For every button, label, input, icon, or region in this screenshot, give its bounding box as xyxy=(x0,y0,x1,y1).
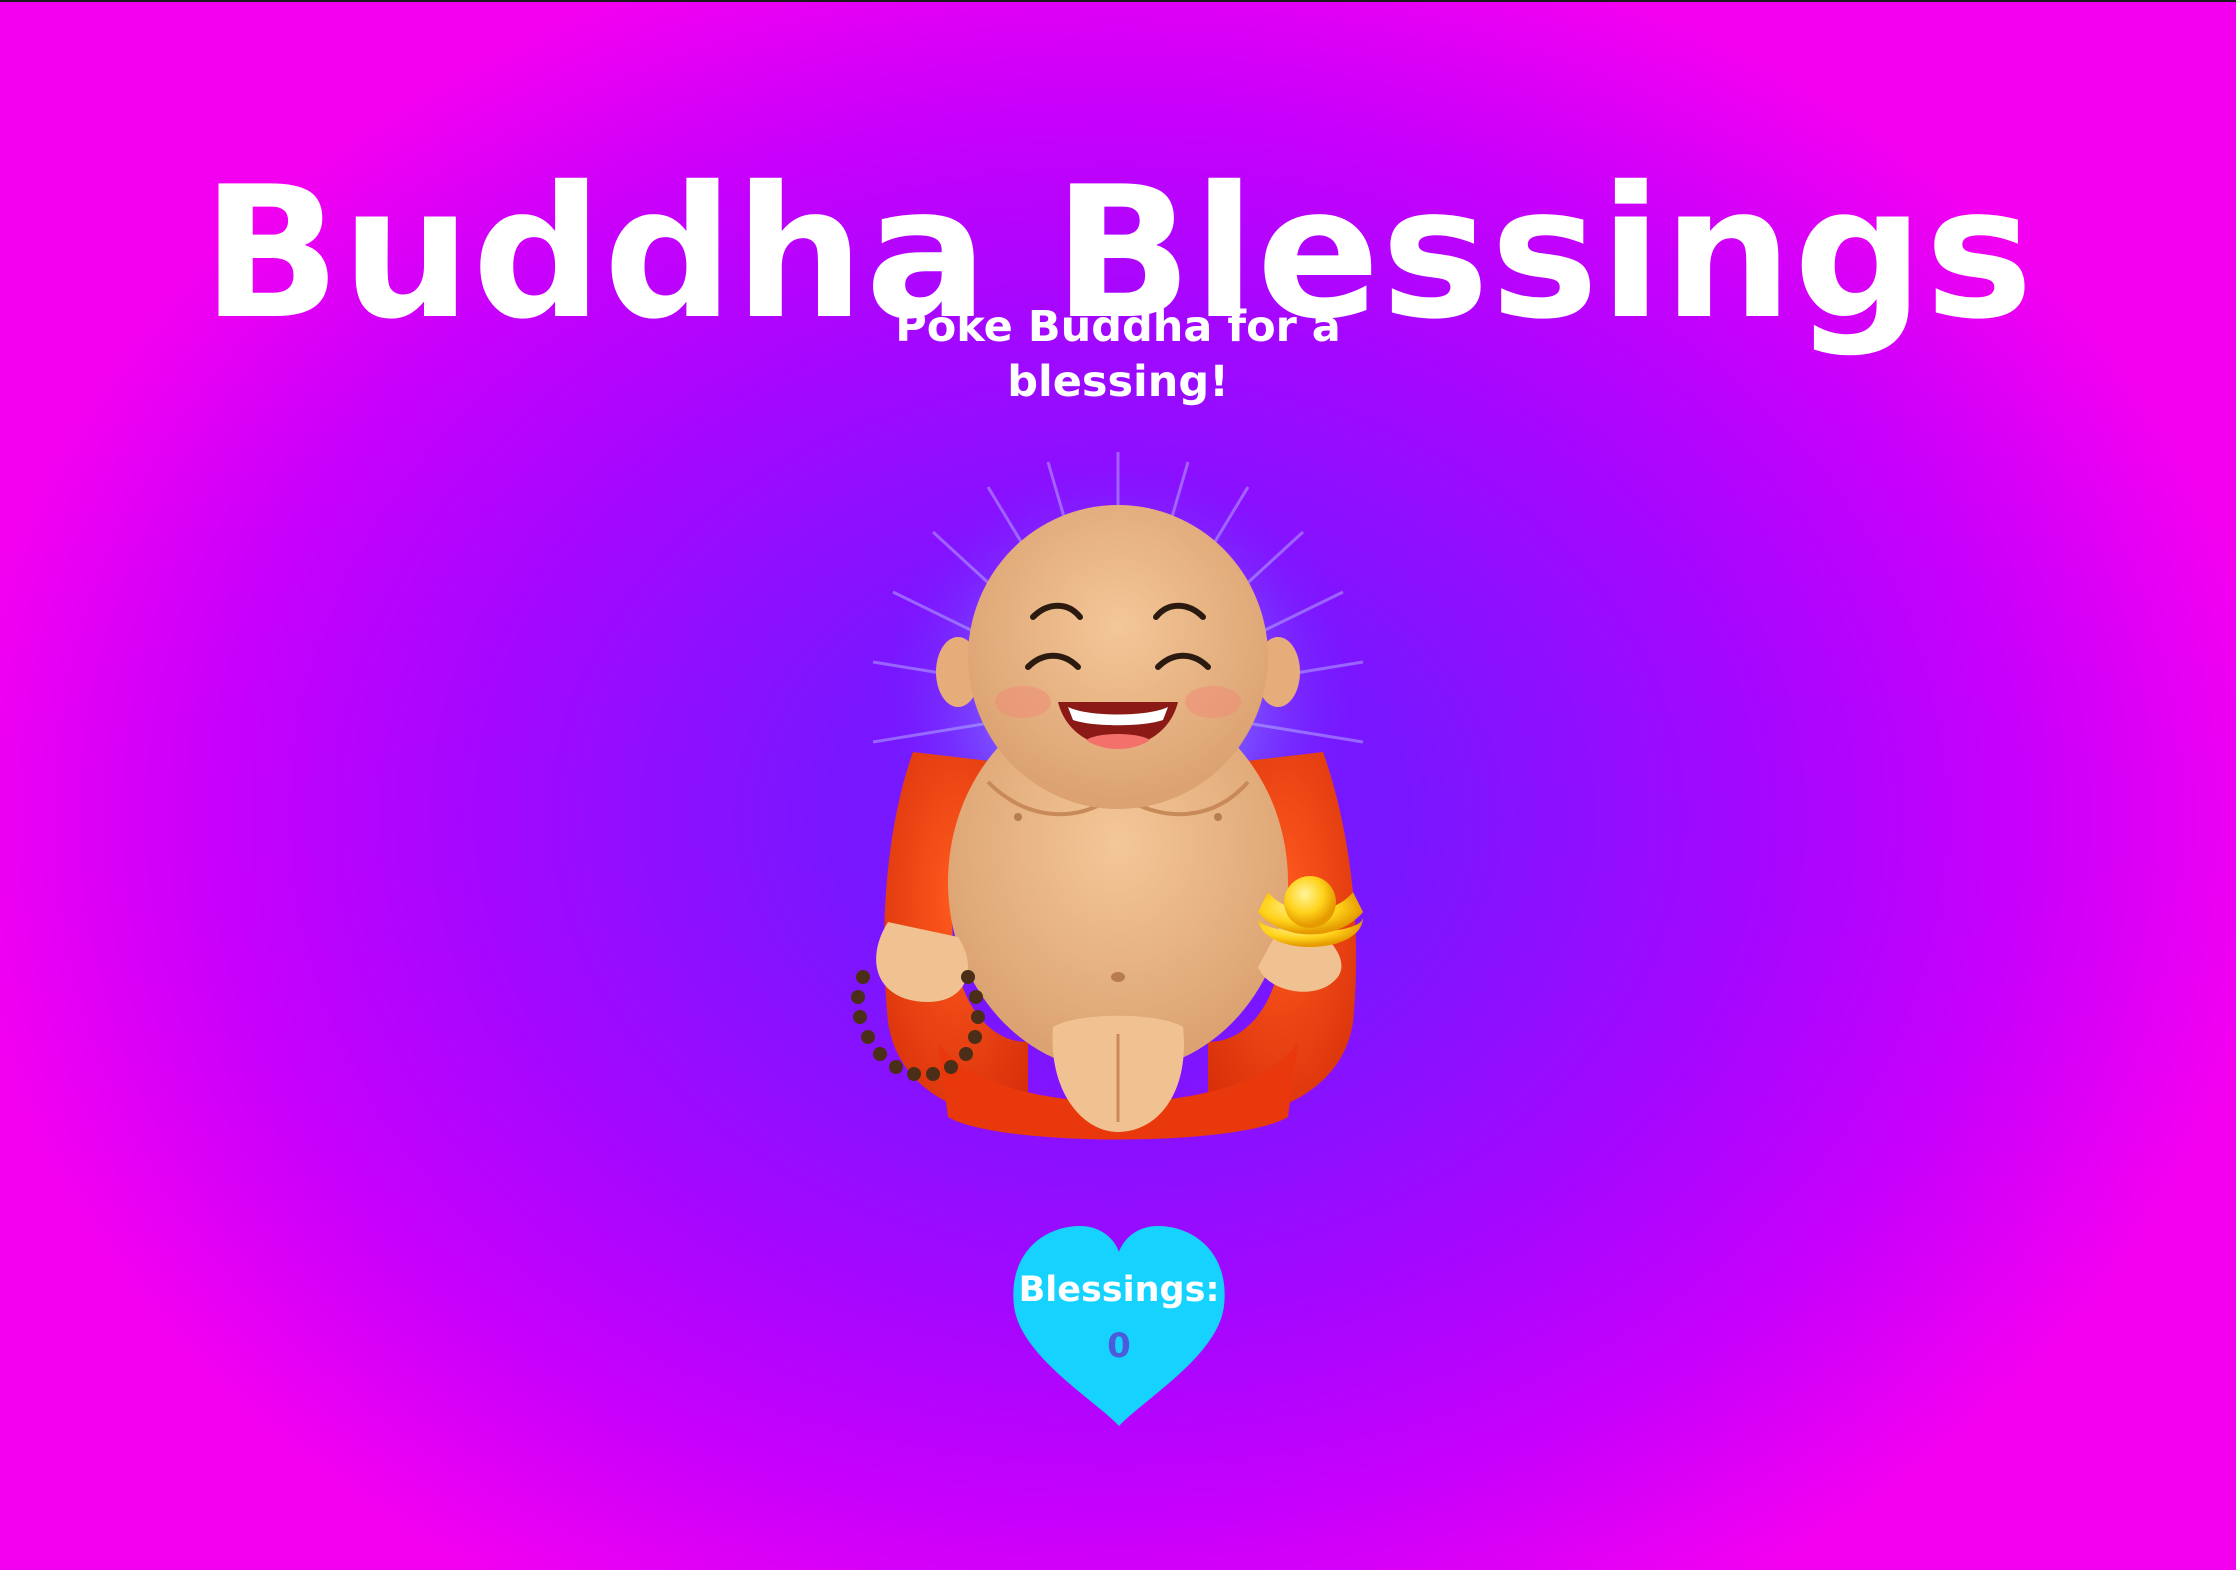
blessings-count: 0 xyxy=(1107,1326,1131,1366)
laughing-buddha-icon[interactable] xyxy=(818,402,1418,1162)
blessings-counter: Blessings: 0 xyxy=(1010,1224,1228,1428)
buddha-button[interactable] xyxy=(818,402,1418,1162)
poke-instruction: Poke Buddha for a blessing! xyxy=(895,302,1341,407)
blessings-label: Blessings: xyxy=(1018,1270,1220,1310)
